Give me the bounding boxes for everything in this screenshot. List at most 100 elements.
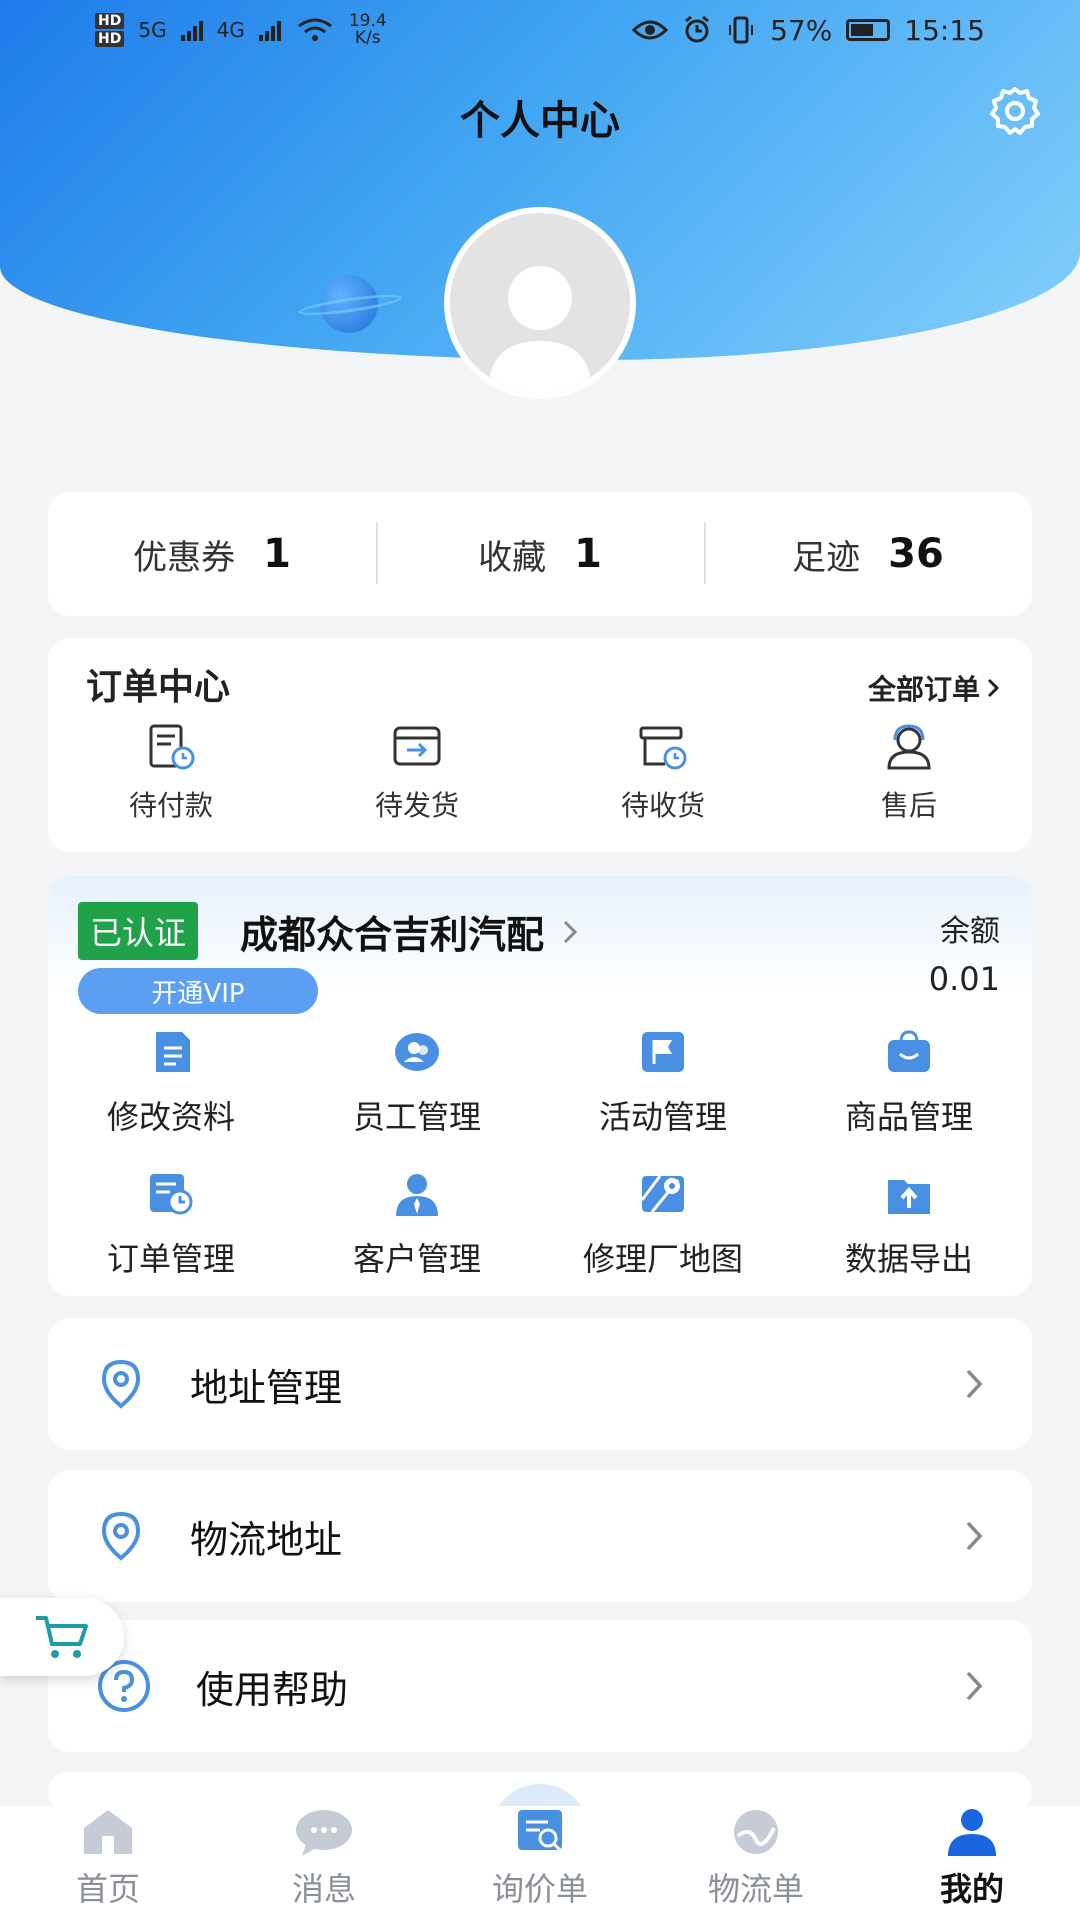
chevron-right-icon	[966, 1521, 983, 1551]
tool-order-management[interactable]: 订单管理	[48, 1170, 294, 1280]
clock: 15:15	[904, 13, 985, 47]
flag-icon	[642, 1032, 684, 1072]
tool-staff-management[interactable]: 员工管理	[294, 1028, 540, 1138]
order-item-label: 待付款	[128, 789, 213, 822]
balance-value[interactable]: 0.01	[929, 960, 1000, 998]
menu-address-management[interactable]: 地址管理	[48, 1318, 1032, 1450]
status-bar: HD HD 5G 4G 19.4 K/s 57% 15:15	[0, 0, 1080, 60]
tab-logistics[interactable]: 物流单	[648, 1806, 864, 1920]
order-pending-shipment[interactable]: 待发货	[294, 722, 540, 824]
tab-messages[interactable]: 消息	[216, 1806, 432, 1920]
balance-label: 余额	[940, 914, 1000, 949]
customer-icon	[396, 1174, 438, 1216]
menu-label: 物流地址	[190, 1517, 343, 1562]
open-vip-button[interactable]: 开通VIP	[78, 968, 318, 1014]
tool-product-management[interactable]: 商品管理	[786, 1028, 1032, 1138]
network-type-1: 5G	[138, 18, 167, 42]
user-silhouette-icon	[488, 266, 592, 393]
tool-label: 修改资料	[106, 1098, 235, 1136]
tab-label: 我的	[939, 1870, 1004, 1908]
avatar[interactable]	[444, 207, 636, 399]
wifi-icon	[297, 18, 332, 41]
staff-icon	[395, 1033, 439, 1071]
logistics-icon	[734, 1810, 778, 1854]
menu-logistics-address[interactable]: 物流地址	[48, 1470, 1032, 1602]
tab-label: 消息	[291, 1870, 356, 1908]
stat-value: 1	[263, 531, 291, 577]
tab-home[interactable]: 首页	[0, 1806, 216, 1920]
pending-receipt-icon	[639, 726, 687, 770]
signal-icon-2	[258, 19, 281, 41]
status-left: HD HD 5G 4G 19.4 K/s	[95, 13, 387, 47]
inquiry-icon	[518, 1810, 562, 1852]
settings-button[interactable]	[986, 82, 1044, 140]
order-pending-receipt[interactable]: 待收货	[540, 722, 786, 824]
tool-edit-profile[interactable]: 修改资料	[48, 1028, 294, 1138]
tool-label: 订单管理	[106, 1240, 235, 1278]
tab-label: 询价单	[491, 1870, 588, 1908]
page-title: 个人中心	[460, 98, 620, 144]
tool-label: 修理厂地图	[582, 1240, 743, 1278]
order-manage-icon	[150, 1174, 193, 1215]
tool-data-export[interactable]: 数据导出	[786, 1170, 1032, 1280]
hd-badge-1: HD	[95, 13, 125, 29]
tool-label: 活动管理	[598, 1098, 727, 1136]
order-item-label: 待发货	[374, 789, 459, 822]
network-speed: 19.4 K/s	[349, 13, 387, 47]
export-icon	[888, 1180, 930, 1214]
chevron-right-icon	[987, 678, 1000, 698]
stats-card: 优惠券 1 收藏 1 足迹 36	[48, 492, 1032, 616]
business-card: 已认证 成都众合吉利汽配 余额 0.01 开通VIP 修改资料 员工管理 活动管…	[48, 876, 1032, 1296]
pending-payment-icon	[149, 724, 195, 770]
chevron-right-icon	[966, 1671, 983, 1701]
all-orders-link[interactable]: 全部订单	[868, 668, 1000, 708]
stat-value: 1	[574, 531, 602, 577]
stat-label: 足迹	[792, 537, 861, 578]
cart-icon	[36, 1616, 88, 1658]
gear-icon	[990, 87, 1040, 135]
order-status-row: 待付款 待发货 待收货 售后	[48, 722, 1032, 824]
tab-mine[interactable]: 我的	[864, 1806, 1080, 1920]
message-icon	[296, 1810, 352, 1856]
location-pin-icon	[101, 1511, 141, 1561]
tool-label: 客户管理	[352, 1240, 481, 1278]
order-item-label: 售后	[880, 789, 937, 822]
order-pending-payment[interactable]: 待付款	[48, 722, 294, 824]
menu-help[interactable]: 使用帮助	[48, 1620, 1032, 1752]
shopping-bag-icon	[888, 1030, 930, 1072]
shop-name-link[interactable]: 成都众合吉利汽配	[240, 904, 578, 959]
tool-activity-management[interactable]: 活动管理	[540, 1028, 786, 1138]
tool-label: 商品管理	[844, 1098, 973, 1136]
hd-indicators: HD HD	[95, 13, 125, 47]
tool-repair-shop-map[interactable]: 修理厂地图	[540, 1170, 786, 1280]
map-icon	[640, 1175, 684, 1213]
tab-label: 物流单	[707, 1870, 804, 1908]
chevron-right-icon	[966, 1369, 983, 1399]
battery-percent: 57%	[770, 13, 833, 47]
stat-label: 收藏	[478, 537, 547, 578]
after-sales-icon	[887, 724, 931, 770]
bottom-tab-bar: 首页 消息 询价单 物流单 我的	[0, 1806, 1080, 1920]
menu-label: 使用帮助	[196, 1667, 349, 1712]
verified-badge: 已认证	[78, 902, 199, 960]
stat-favorites[interactable]: 收藏 1	[376, 521, 704, 584]
stat-footprints[interactable]: 足迹 36	[704, 521, 1032, 584]
menu-label: 地址管理	[190, 1365, 343, 1410]
network-type-2: 4G	[216, 18, 245, 42]
profile-icon	[948, 1809, 996, 1856]
tab-inquiry[interactable]: 询价单	[432, 1806, 648, 1920]
floating-cart-button[interactable]	[0, 1598, 124, 1676]
order-after-sales[interactable]: 售后	[786, 722, 1032, 824]
stat-value: 36	[888, 531, 944, 577]
chevron-right-icon	[563, 920, 578, 943]
eye-icon	[632, 20, 669, 40]
signal-icon	[180, 19, 203, 41]
all-orders-label: 全部订单	[867, 673, 980, 706]
stat-coupons[interactable]: 优惠券 1	[48, 530, 376, 579]
edit-profile-icon	[156, 1032, 190, 1072]
tool-label: 数据导出	[844, 1240, 973, 1278]
alarm-icon	[685, 15, 709, 43]
tool-customer-management[interactable]: 客户管理	[294, 1170, 540, 1280]
pending-shipment-icon	[393, 726, 441, 766]
status-right: 57% 15:15	[632, 14, 985, 47]
